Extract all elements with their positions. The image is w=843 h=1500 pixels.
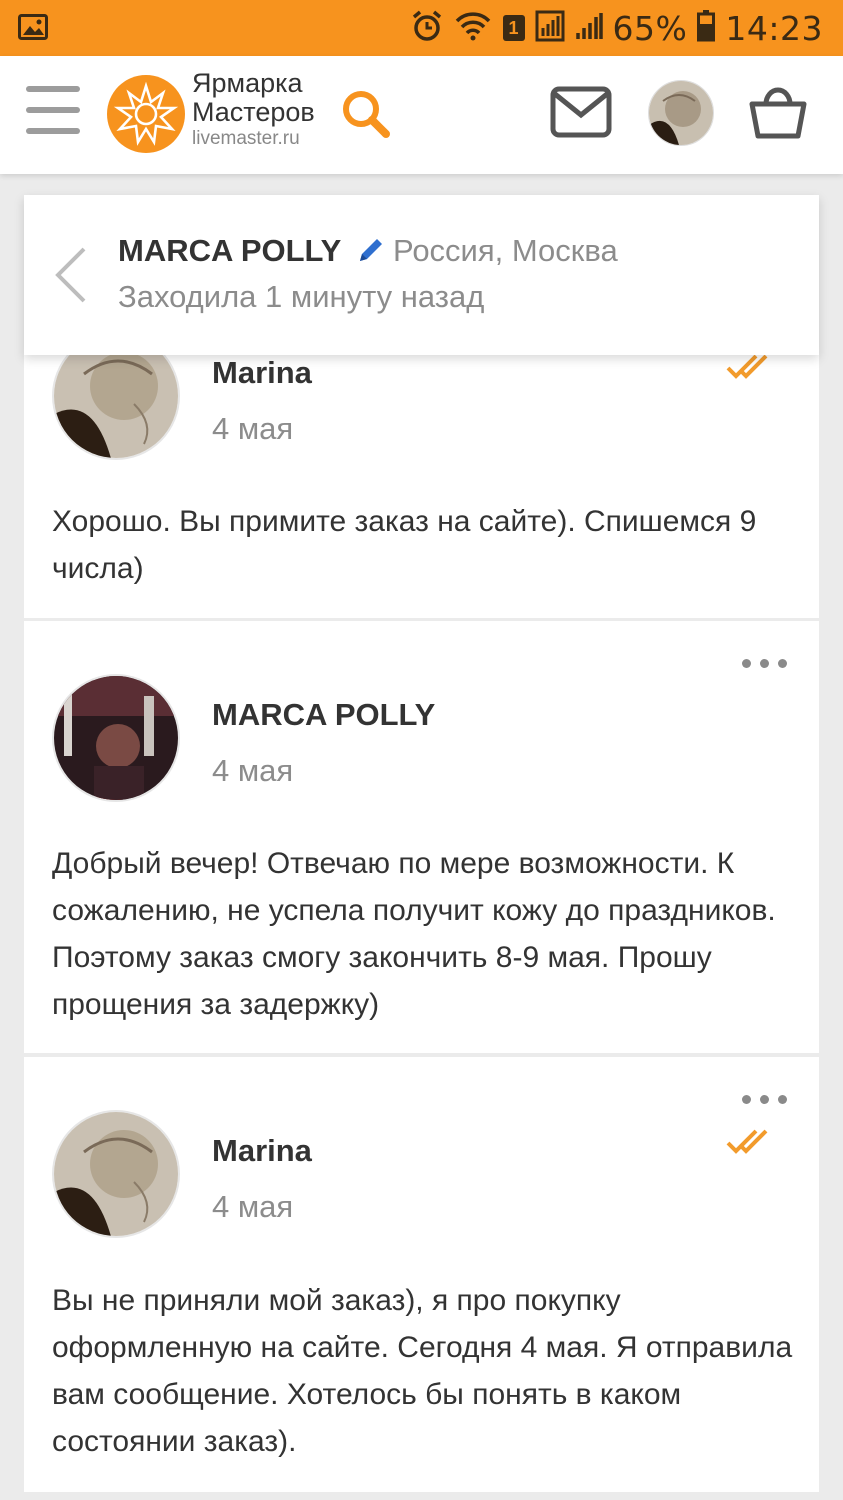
pencil-icon: [356, 235, 386, 270]
logo-line2: Мастеров: [192, 97, 315, 127]
app-header: Ярмарка Мастеров livemaster.ru: [0, 56, 843, 174]
sunburst-logo-icon[interactable]: [106, 74, 186, 159]
message-card: Marina 4 мая Вы не приняли мой заказ), я…: [24, 1057, 819, 1492]
battery-icon: [697, 9, 716, 47]
read-check-icon: [726, 1127, 776, 1160]
search-icon[interactable]: [340, 88, 392, 145]
signal-icon: [575, 11, 603, 46]
conversation-location: Россия, Москва: [393, 233, 618, 268]
message-author: Marina: [212, 355, 312, 390]
message-author: Marina: [212, 1133, 312, 1168]
avatar[interactable]: [648, 80, 714, 146]
clock: 14:23: [725, 8, 823, 48]
more-options-icon[interactable]: [742, 659, 787, 668]
message-card: MARCA POLLY 4 мая Добрый вечер! Отвечаю …: [24, 621, 819, 1053]
wifi-icon: [453, 11, 493, 46]
alarm-icon: [411, 10, 443, 47]
cart-icon[interactable]: [748, 82, 808, 145]
last-seen-status: Заходила 1 минуту назад: [118, 279, 485, 314]
logo-domain: livemaster.ru: [192, 128, 300, 149]
mail-icon[interactable]: [550, 86, 612, 143]
logo-line1: Ярмарка: [192, 68, 303, 98]
message-author: MARCA POLLY: [212, 697, 436, 732]
gallery-icon: [18, 14, 48, 45]
conversation-user-name[interactable]: MARCA POLLY: [118, 233, 341, 269]
message-date: 4 мая: [212, 411, 294, 446]
logo-wordmark[interactable]: Ярмарка Мастеров livemaster.ru: [192, 68, 315, 149]
message-text: Вы не приняли мой заказ), я про покупку …: [52, 1284, 793, 1458]
conversation-header: MARCA POLLY Россия, Москва Заходила 1 ми…: [24, 195, 819, 355]
avatar[interactable]: [52, 1110, 180, 1238]
read-check-icon: [726, 352, 776, 385]
back-chevron-icon[interactable]: [54, 247, 88, 308]
more-options-icon[interactable]: [742, 1095, 787, 1104]
message-date: 4 мая: [212, 753, 294, 788]
message-date: 4 мая: [212, 1189, 294, 1224]
message-text: Добрый вечер! Отвечаю по мере возможност…: [52, 847, 776, 1021]
message-text: Хорошо. Вы примите заказ на сайте). Спиш…: [52, 505, 757, 585]
status-bar: 1 65% 14:23: [0, 0, 843, 56]
sim-slot-badge: 1: [502, 15, 525, 41]
sim-icon: [535, 10, 565, 47]
menu-icon[interactable]: [26, 86, 80, 138]
avatar[interactable]: [52, 674, 180, 802]
battery-percent: 65%: [612, 8, 688, 48]
